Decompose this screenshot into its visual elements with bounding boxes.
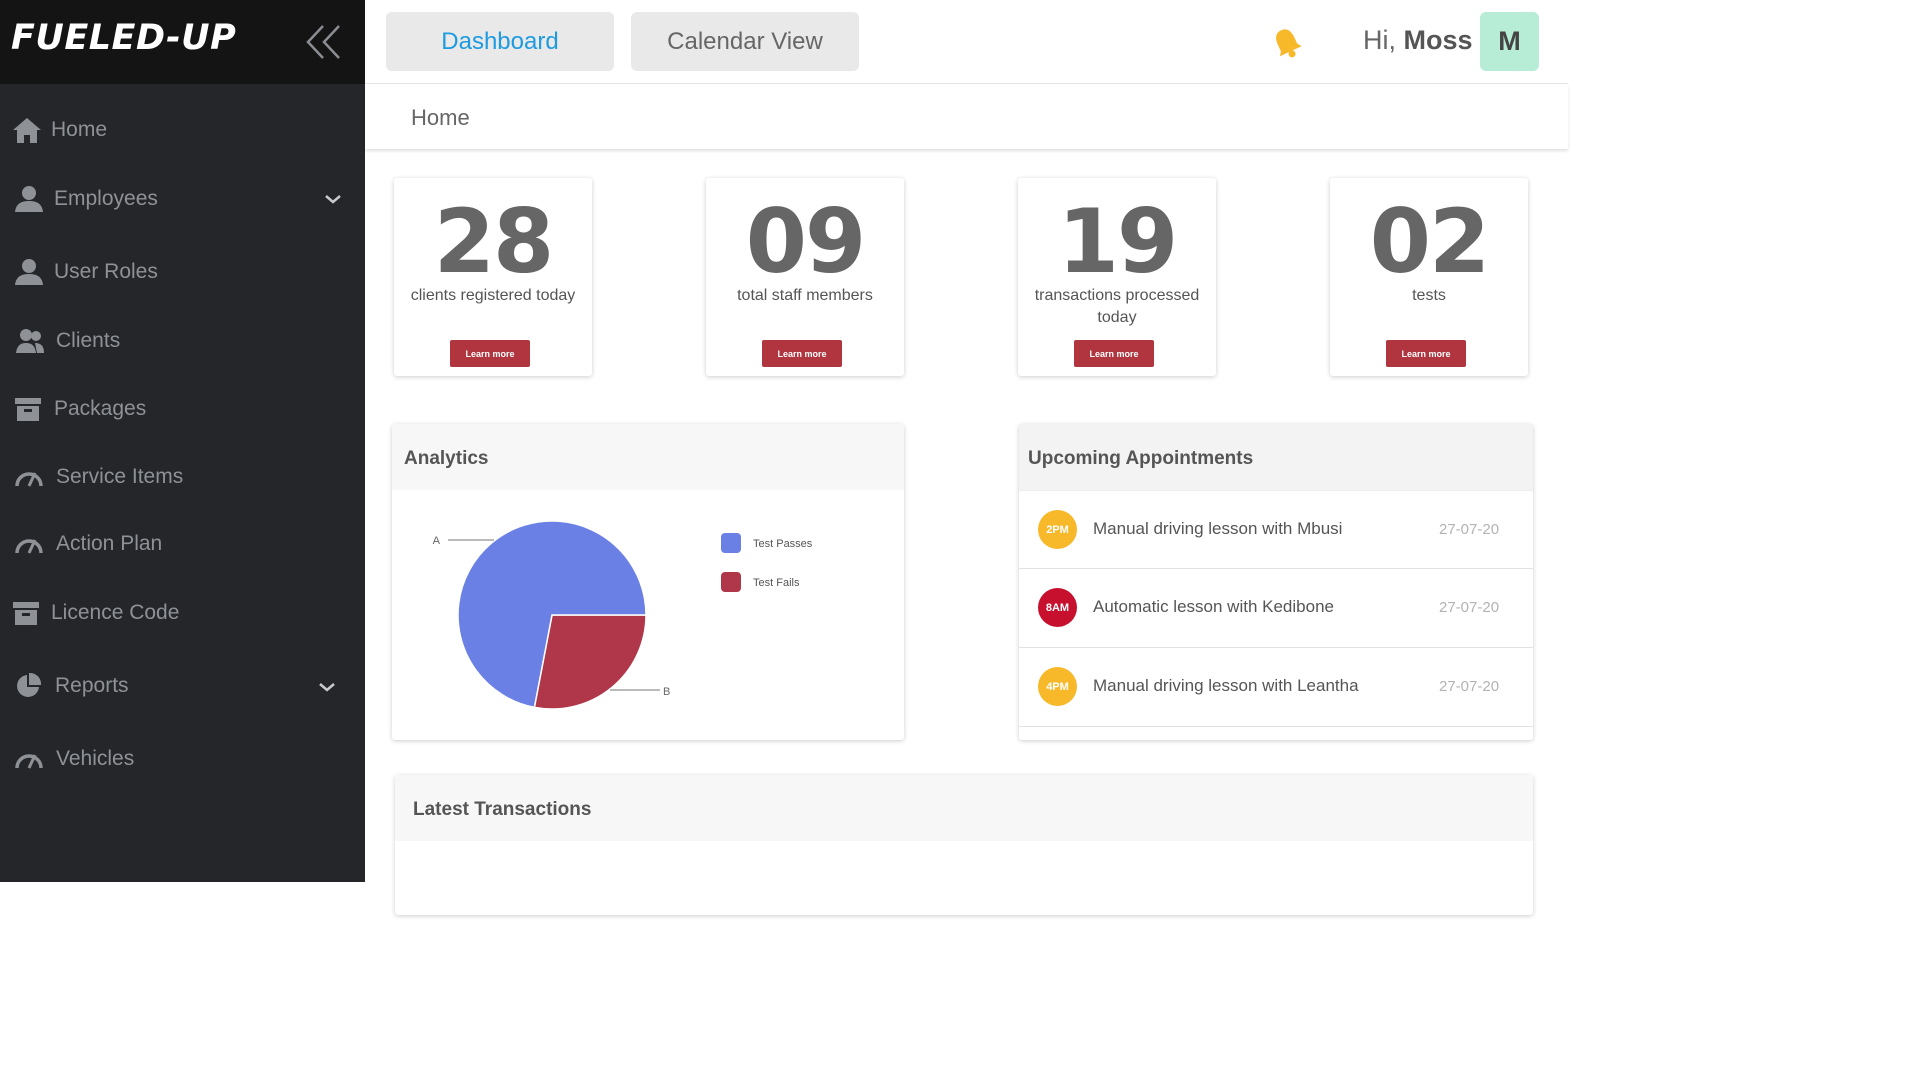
- gauge-icon: [13, 461, 45, 493]
- appointment-title: Manual driving lesson with Mbusi: [1093, 519, 1343, 538]
- stat-card-clients: 28 clients registered today Learn more: [394, 178, 592, 376]
- appointment-time-badge: 8AM: [1038, 588, 1077, 627]
- transactions-panel: Latest Transactions: [395, 775, 1533, 915]
- list-item[interactable]: 2PM Manual driving lesson with Mbusi 27-…: [1019, 490, 1533, 569]
- greeting-prefix: Hi,: [1363, 25, 1396, 55]
- user-name: Moss: [1403, 25, 1473, 55]
- home-icon: [11, 114, 43, 146]
- appointment-title: Automatic lesson with Kedibone: [1093, 597, 1334, 616]
- appointment-date: 27-07-20: [1439, 678, 1500, 695]
- user-greeting: Hi, Moss: [1363, 25, 1473, 56]
- analytics-panel: Analytics A B Test Passes Test Fails: [392, 424, 904, 740]
- collapse-sidebar-icon[interactable]: [303, 22, 343, 62]
- appointment-date: 27-07-20: [1439, 599, 1500, 616]
- learn-more-button[interactable]: Learn more: [1074, 340, 1154, 367]
- legend-label: Test Passes: [753, 538, 813, 550]
- pie-slice-label: A: [433, 535, 441, 547]
- stat-number: 02: [1369, 190, 1490, 293]
- sidebar: FUELED-UP Home Employees User Roles Clie…: [0, 0, 365, 882]
- brand-header: FUELED-UP: [0, 0, 365, 84]
- appointment-time-badge: 2PM: [1038, 510, 1077, 549]
- sidebar-item-label: Clients: [56, 329, 121, 352]
- stat-number: 19: [1057, 190, 1178, 293]
- bell-icon[interactable]: [1271, 26, 1303, 60]
- list-item[interactable]: 8AM Automatic lesson with Kedibone 27-07…: [1019, 569, 1533, 648]
- analytics-pie-chart: A B Test Passes Test Fails: [433, 520, 813, 710]
- brand-logo-text: FUELED-UP: [11, 18, 237, 58]
- learn-more-button[interactable]: Learn more: [450, 340, 530, 367]
- sidebar-item-label: Vehicles: [56, 747, 135, 770]
- sidebar-item-action-plan[interactable]: Action Plan: [0, 516, 365, 572]
- appointment-date: 27-07-20: [1439, 521, 1500, 538]
- breadcrumb-current: Home: [411, 105, 470, 130]
- archive-icon: [10, 597, 42, 629]
- sidebar-item-label: Licence Code: [51, 601, 180, 624]
- sidebar-item-reports[interactable]: Reports: [0, 658, 365, 714]
- stat-number: 28: [433, 190, 554, 293]
- transactions-title: Latest Transactions: [413, 799, 592, 820]
- transactions-header: Latest Transactions: [395, 775, 1533, 841]
- breadcrumb: Home: [365, 85, 1568, 149]
- sidebar-item-label: Service Items: [56, 465, 184, 488]
- sidebar-item-label: Packages: [54, 397, 147, 420]
- list-item[interactable]: 4PM Manual driving lesson with Leantha 2…: [1019, 648, 1533, 727]
- avatar[interactable]: M: [1480, 12, 1539, 71]
- appointments-title: Upcoming Appointments: [1028, 448, 1254, 469]
- stat-card-tests: 02 tests Learn more: [1330, 178, 1528, 376]
- chevron-down-icon: [325, 195, 341, 204]
- chevron-down-icon: [319, 683, 335, 692]
- sidebar-item-employees[interactable]: Employees: [0, 171, 365, 227]
- archive-icon: [12, 393, 44, 425]
- stat-number: 09: [745, 190, 866, 293]
- appointment-time-badge: 4PM: [1038, 667, 1077, 706]
- pie-slice-label: B: [663, 686, 670, 698]
- sidebar-item-label: Reports: [55, 674, 129, 697]
- sidebar-item-user-roles[interactable]: User Roles: [0, 244, 365, 300]
- tab-calendar-view[interactable]: Calendar View: [631, 12, 859, 71]
- sidebar-item-vehicles[interactable]: Vehicles: [0, 731, 365, 787]
- sidebar-item-label: Home: [51, 118, 108, 141]
- appointment-title: Manual driving lesson with Leantha: [1093, 676, 1359, 695]
- pie-chart-icon: [12, 670, 44, 702]
- learn-more-button[interactable]: Learn more: [762, 340, 842, 367]
- stat-card-staff: 09 total staff members Learn more: [706, 178, 904, 376]
- stat-card-transactions: 19 transactions processed today Learn mo…: [1018, 178, 1216, 376]
- tab-dashboard[interactable]: Dashboard: [386, 12, 614, 71]
- sidebar-item-home[interactable]: Home: [0, 102, 365, 158]
- sidebar-item-label: User Roles: [54, 260, 158, 283]
- sidebar-item-packages[interactable]: Packages: [0, 381, 365, 437]
- sidebar-item-label: Action Plan: [56, 532, 163, 555]
- users-icon: [14, 325, 46, 357]
- user-icon: [12, 256, 44, 288]
- learn-more-button[interactable]: Learn more: [1386, 340, 1466, 367]
- stat-label: tests: [1412, 287, 1446, 304]
- legend-swatch[interactable]: [721, 572, 741, 592]
- sidebar-item-label: Employees: [54, 187, 158, 210]
- stat-label: clients registered today: [410, 287, 576, 304]
- gauge-icon: [13, 743, 45, 775]
- pie-slice-b[interactable]: [533, 614, 647, 710]
- user-icon: [12, 183, 44, 215]
- sidebar-item-clients[interactable]: Clients: [0, 313, 365, 369]
- legend-label: Test Fails: [753, 577, 800, 589]
- appointments-header: Upcoming Appointments: [1019, 424, 1533, 490]
- stat-label: transactions processed today: [1034, 287, 1200, 326]
- stat-label: total staff members: [737, 287, 873, 304]
- gauge-icon: [13, 528, 45, 560]
- appointments-panel: Upcoming Appointments 2PM Manual driving…: [1019, 424, 1533, 740]
- sidebar-item-service-items[interactable]: Service Items: [0, 449, 365, 505]
- legend-swatch[interactable]: [721, 533, 741, 553]
- sidebar-item-licence-code[interactable]: Licence Code: [0, 585, 365, 641]
